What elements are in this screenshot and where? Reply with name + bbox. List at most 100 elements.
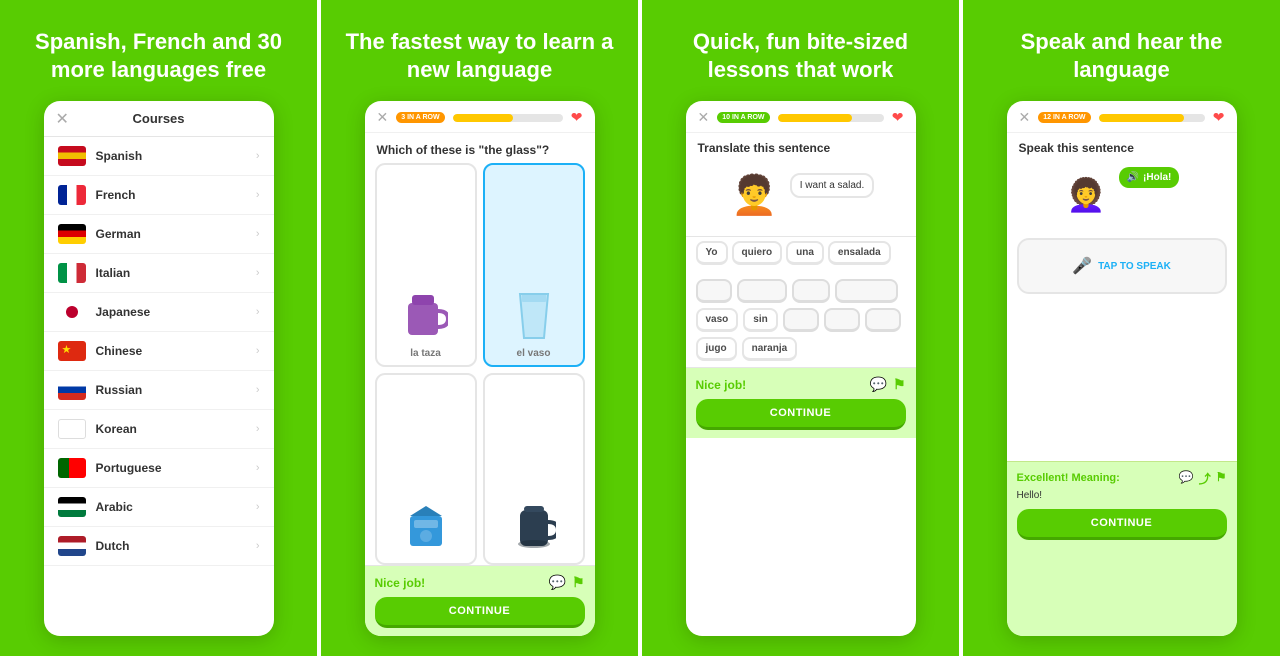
course-item-french[interactable]: French › bbox=[44, 176, 274, 215]
course-item-korean[interactable]: Korean › bbox=[44, 410, 274, 449]
flag-icon-4[interactable]: ⚑ bbox=[1216, 470, 1227, 487]
bank-chip-vaso[interactable]: vaso bbox=[696, 308, 739, 332]
course-item-spanish[interactable]: Spanish › bbox=[44, 137, 274, 176]
nice-job-text-2: Nice job! bbox=[375, 576, 426, 590]
heart-icon-4: ❤ bbox=[1213, 109, 1225, 126]
chevron-icon-russian: › bbox=[256, 384, 260, 396]
bank-chip-empty1[interactable] bbox=[783, 308, 819, 332]
flag-dutch bbox=[58, 536, 86, 556]
taza-img bbox=[396, 289, 456, 344]
close-icon-3[interactable]: ✕ bbox=[698, 109, 710, 126]
heart-icon-3: ❤ bbox=[892, 109, 904, 126]
course-item-japanese[interactable]: Japanese › bbox=[44, 293, 274, 332]
speak-input-area-4[interactable]: 🎤 TAP TO SPEAK bbox=[1017, 238, 1227, 294]
chevron-icon-japanese: › bbox=[256, 306, 260, 318]
course-item-italian[interactable]: Italian › bbox=[44, 254, 274, 293]
flag-icon-2[interactable]: ⚑ bbox=[572, 574, 585, 591]
tap-to-speak-label-4: TAP TO SPEAK bbox=[1098, 261, 1171, 272]
course-item-dutch[interactable]: Dutch › bbox=[44, 527, 274, 566]
course-item-portuguese[interactable]: Portuguese › bbox=[44, 449, 274, 488]
course-item-russian[interactable]: Russian › bbox=[44, 371, 274, 410]
character-area-3: 🧑‍🦱 I want a salad. bbox=[686, 159, 916, 232]
course-name-portuguese: Portuguese bbox=[96, 461, 256, 475]
bubble-icon-3[interactable]: 💬 bbox=[870, 376, 887, 393]
course-name-chinese: Chinese bbox=[96, 344, 256, 358]
close-icon-2[interactable]: ✕ bbox=[377, 109, 389, 126]
continue-button-2[interactable]: CONTINUE bbox=[375, 597, 585, 628]
translate-top-3: ✕ 10 IN A ROW ❤ bbox=[686, 101, 916, 133]
taza-label: la taza bbox=[410, 348, 441, 359]
bank-chip-yo[interactable]: Yo bbox=[696, 279, 732, 303]
chevron-icon-portuguese: › bbox=[256, 462, 260, 474]
phone-4: ✕ 12 IN A ROW ❤ Speak this sentence 👩‍🦱 … bbox=[1007, 101, 1237, 636]
course-name-french: French bbox=[96, 188, 256, 202]
bank-chip-ensalada[interactable]: ensalada bbox=[835, 279, 898, 303]
answer-chip-yo[interactable]: Yo bbox=[696, 241, 728, 265]
continue-button-3[interactable]: CONTINUE bbox=[696, 399, 906, 430]
bank-chip-quiero[interactable]: quiero bbox=[737, 279, 788, 303]
flag-german bbox=[58, 224, 86, 244]
answer-chip-ensalada[interactable]: ensalada bbox=[828, 241, 891, 265]
quiz-options-2: la taza el vaso bbox=[365, 163, 595, 565]
answer-area-3: Yo quiero una ensalada bbox=[686, 236, 916, 269]
bank-chip-naranja[interactable]: naranja bbox=[742, 337, 798, 361]
flag-japanese bbox=[58, 302, 86, 322]
bank-chip-una[interactable]: una bbox=[792, 279, 830, 303]
bank-chip-sin[interactable]: sin bbox=[743, 308, 777, 332]
bottom-bar-3: Nice job! 💬 ⚑ CONTINUE bbox=[686, 367, 916, 438]
bubble-icon-4[interactable]: 💬 bbox=[1179, 470, 1194, 487]
share-icon-4[interactable]: ⤴ bbox=[1199, 470, 1211, 487]
mic-icon-4: 🎤 bbox=[1072, 256, 1092, 276]
panel-1-title: Spanish, French and 30 more languages fr… bbox=[20, 28, 297, 83]
chevron-icon-korean: › bbox=[256, 423, 260, 435]
quiz-top-2: ✕ 3 IN A ROW ❤ bbox=[365, 101, 595, 133]
progress-fill-4 bbox=[1099, 114, 1184, 122]
excellent-text-4: Excellent! Meaning: bbox=[1017, 472, 1120, 484]
quiz-question-2: Which of these is "the glass"? bbox=[365, 133, 595, 163]
option3-img bbox=[396, 498, 456, 553]
vaso-label: el vaso bbox=[517, 348, 551, 359]
progress-bar-4 bbox=[1099, 114, 1205, 122]
close-icon-1[interactable]: ✕ bbox=[56, 109, 69, 129]
course-name-spanish: Spanish bbox=[96, 149, 256, 163]
flag-portuguese bbox=[58, 458, 86, 478]
bank-chip-jugo[interactable]: jugo bbox=[696, 337, 737, 361]
close-icon-4[interactable]: ✕ bbox=[1019, 109, 1031, 126]
course-item-arabic[interactable]: Arabic › bbox=[44, 488, 274, 527]
speak-char-area-4: 👩‍🦱 🔊 ¡Hola! bbox=[1007, 159, 1237, 230]
quiz-option-4[interactable] bbox=[483, 373, 585, 566]
bank-chip-empty2[interactable] bbox=[824, 308, 860, 332]
panel-4: Speak and hear the language ✕ 12 IN A RO… bbox=[959, 0, 1280, 656]
translate-top-4: ✕ 12 IN A ROW ❤ bbox=[1007, 101, 1237, 133]
course-item-german[interactable]: German › bbox=[44, 215, 274, 254]
phone-3: ✕ 10 IN A ROW ❤ Translate this sentence … bbox=[686, 101, 916, 636]
quiz-option-3[interactable] bbox=[375, 373, 477, 566]
excellent-title-4: Excellent! Meaning: 💬 ⤴ ⚑ bbox=[1017, 470, 1227, 487]
chevron-icon-chinese: › bbox=[256, 345, 260, 357]
speech-bubble-green-4: 🔊 ¡Hola! bbox=[1119, 167, 1180, 188]
speech-bubble-3: I want a salad. bbox=[790, 173, 874, 198]
answer-chip-una[interactable]: una bbox=[786, 241, 824, 265]
progress-fill-3 bbox=[778, 114, 852, 122]
character-3: 🧑‍🦱 bbox=[727, 163, 782, 228]
courses-title: Courses bbox=[132, 111, 184, 126]
bank-chip-empty3[interactable] bbox=[865, 308, 901, 332]
panel-2: The fastest way to learn a new language … bbox=[317, 0, 638, 656]
chevron-icon-french: › bbox=[256, 189, 260, 201]
continue-button-4[interactable]: CONTINUE bbox=[1017, 509, 1227, 540]
course-item-chinese[interactable]: Chinese › bbox=[44, 332, 274, 371]
chevron-icon-arabic: › bbox=[256, 501, 260, 513]
answer-chip-quiero[interactable]: quiero bbox=[732, 241, 783, 265]
quiz-option-taza[interactable]: la taza bbox=[375, 163, 477, 367]
vaso-img bbox=[504, 289, 564, 344]
course-list: Spanish › French › German › Italian › bbox=[44, 137, 274, 636]
nice-job-3: Nice job! 💬 ⚑ bbox=[696, 376, 906, 393]
panel-3: Quick, fun bite-sized lessons that work … bbox=[638, 0, 959, 656]
heart-icon-2: ❤ bbox=[571, 109, 583, 126]
flag-russian bbox=[58, 380, 86, 400]
course-name-german: German bbox=[96, 227, 256, 241]
quiz-option-vaso[interactable]: el vaso bbox=[483, 163, 585, 367]
nice-job-icons-3: 💬 ⚑ bbox=[870, 376, 906, 393]
bubble-icon-2[interactable]: 💬 bbox=[549, 574, 566, 591]
flag-icon-3[interactable]: ⚑ bbox=[893, 376, 906, 393]
